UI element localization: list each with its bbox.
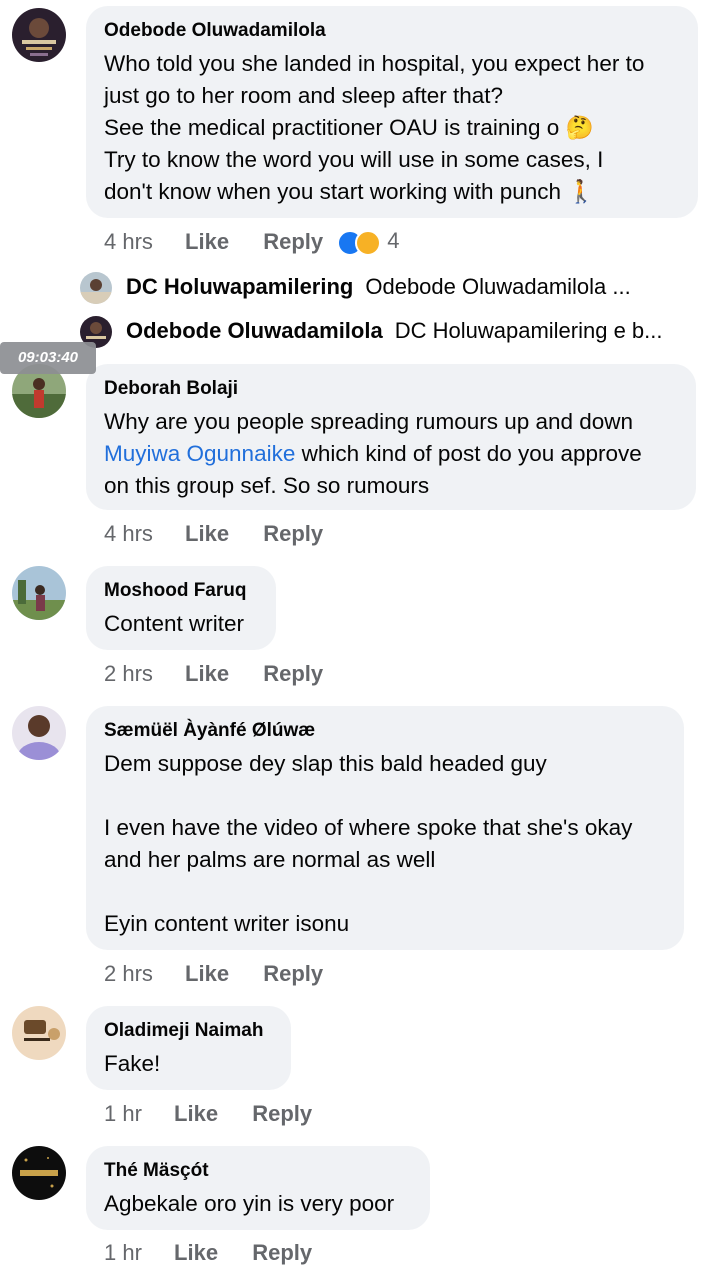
comment-time[interactable]: 2 hrs: [104, 661, 153, 686]
avatar[interactable]: [12, 1006, 66, 1060]
comment-actions: 2 hrs Like Reply: [104, 661, 351, 687]
avatar[interactable]: [12, 8, 66, 62]
comment-text: Dem suppose dey slap this bald headed gu…: [104, 751, 633, 936]
comment-bubble: Sæmüël Àyànfé Ølúwæ Dem suppose dey slap…: [86, 706, 684, 950]
comment-time[interactable]: 1 hr: [104, 1240, 142, 1265]
comment-author[interactable]: Deborah Bolaji: [104, 378, 678, 400]
like-button[interactable]: Like: [185, 661, 229, 686]
video-timestamp-badge: 09:03:40: [0, 342, 96, 374]
like-button[interactable]: Like: [174, 1240, 218, 1265]
comment-author[interactable]: Oladimeji Naimah: [104, 1020, 273, 1042]
comment-bubble: Moshood Faruq Content writer: [86, 566, 276, 650]
comment-actions: 2 hrs Like Reply: [104, 961, 351, 987]
reply-button[interactable]: Reply: [252, 1101, 312, 1126]
mention-link[interactable]: Muyiwa Ogunnaike: [104, 441, 295, 466]
reply-text: DC Holuwapamilering Odebode Oluwadamilola…: [126, 270, 631, 304]
comment-author[interactable]: Sæmüël Àyànfé Ølúwæ: [104, 720, 666, 742]
reply-button[interactable]: Reply: [252, 1240, 312, 1265]
comment-time[interactable]: 4 hrs: [104, 229, 153, 254]
avatar[interactable]: [12, 706, 66, 760]
comment-actions: 1 hr Like Reply: [104, 1240, 340, 1266]
comment-bubble: Thé Mäsçót Agbekale oro yin is very poor: [86, 1146, 430, 1230]
reply-row[interactable]: DC Holuwapamilering Odebode Oluwadamilola…: [80, 270, 710, 304]
like-button[interactable]: Like: [185, 961, 229, 986]
like-button[interactable]: Like: [185, 521, 229, 546]
reply-button[interactable]: Reply: [263, 521, 323, 546]
reply-button[interactable]: Reply: [263, 229, 323, 254]
comment-time[interactable]: 1 hr: [104, 1101, 142, 1126]
avatar: [80, 272, 112, 304]
avatar[interactable]: [12, 566, 66, 620]
avatar[interactable]: [12, 1146, 66, 1200]
comment-author[interactable]: Moshood Faruq: [104, 580, 258, 602]
reply-author[interactable]: DC Holuwapamilering: [126, 274, 353, 299]
reply-row[interactable]: Odebode Oluwadamilola DC Holuwapamilering…: [80, 314, 710, 348]
comment-author[interactable]: Thé Mäsçót: [104, 1160, 412, 1182]
reaction-count: 4: [387, 228, 400, 254]
reply-snippet: Odebode Oluwadamilola ...: [365, 274, 631, 299]
comment-text: Content writer: [104, 611, 245, 636]
comment-bubble: Odebode Oluwadamilola Who told you she l…: [86, 6, 698, 218]
comment-actions: 4 hrs Like Reply 4: [104, 228, 400, 257]
reply-text: Odebode Oluwadamilola DC Holuwapamilering…: [126, 314, 663, 348]
comment-actions: 1 hr Like Reply: [104, 1101, 340, 1127]
reply-button[interactable]: Reply: [263, 961, 323, 986]
comment-text: Agbekale oro yin is very poor: [104, 1191, 395, 1216]
comment-actions: 4 hrs Like Reply: [104, 521, 351, 547]
comment-bubble: Oladimeji Naimah Fake!: [86, 1006, 291, 1090]
reply-snippet: DC Holuwapamilering e b...: [394, 318, 663, 343]
comment-text: Fake!: [104, 1051, 161, 1076]
comment-time[interactable]: 2 hrs: [104, 961, 153, 986]
comment-time[interactable]: 4 hrs: [104, 521, 153, 546]
reply-button[interactable]: Reply: [263, 661, 323, 686]
reactions-summary[interactable]: 4: [337, 228, 400, 257]
comment-text: Who told you she landed in hospital, you…: [104, 51, 645, 204]
comment-author[interactable]: Odebode Oluwadamilola: [104, 20, 680, 42]
like-button[interactable]: Like: [185, 229, 229, 254]
reply-author[interactable]: Odebode Oluwadamilola: [126, 318, 383, 343]
like-button[interactable]: Like: [174, 1101, 218, 1126]
comment-bubble: Deborah Bolaji Why are you people spread…: [86, 364, 696, 510]
comment-text: Why are you people spreading rumours up …: [104, 409, 642, 498]
haha-reaction-icon: [355, 230, 382, 257]
